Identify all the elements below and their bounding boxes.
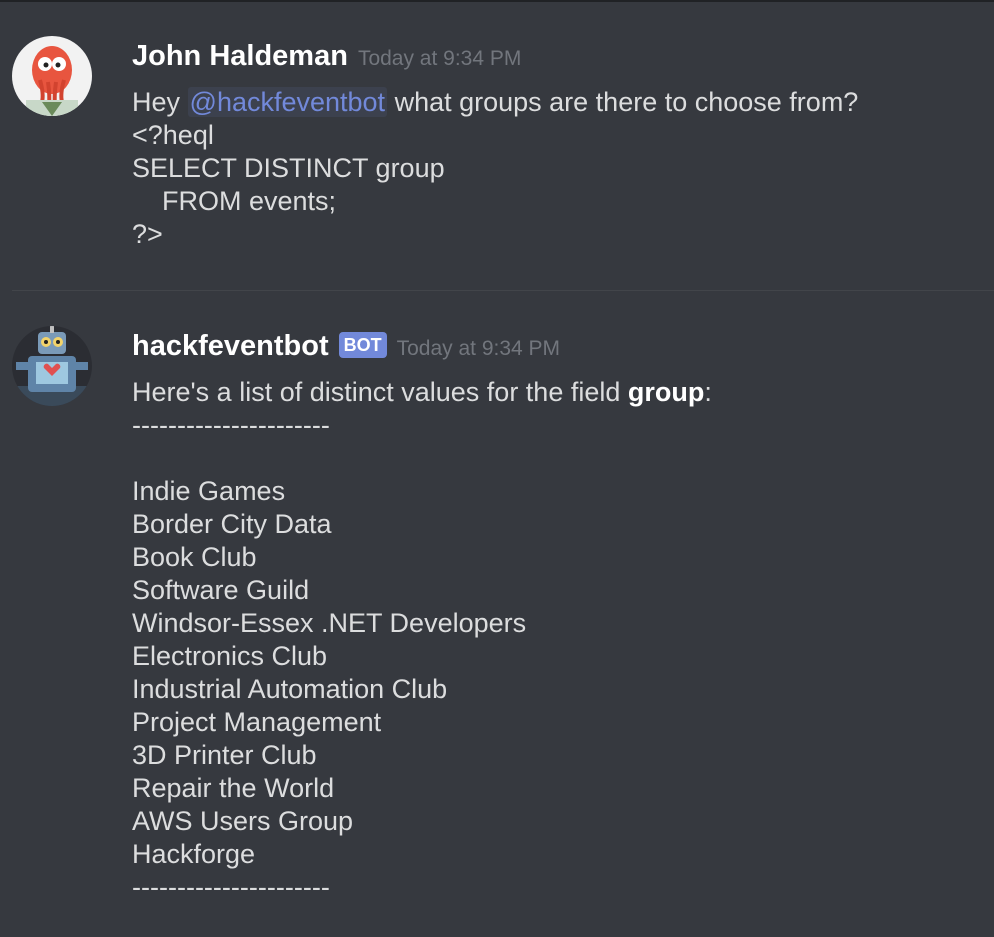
- user-mention[interactable]: @hackfeventbot: [187, 87, 388, 117]
- text-suffix: what groups are there to choose from?: [387, 87, 859, 117]
- list-item: Industrial Automation Club: [132, 674, 448, 704]
- timestamp: Today at 9:34 PM: [396, 337, 561, 360]
- window-top-edge: [0, 0, 994, 2]
- code-line: <?heql: [132, 120, 214, 150]
- message-content: Here's a list of distinct values for the…: [132, 376, 972, 904]
- zoidberg-avatar-icon: [12, 36, 92, 116]
- list-item: AWS Users Group: [132, 806, 354, 836]
- timestamp: Today at 9:34 PM: [357, 47, 522, 70]
- avatar[interactable]: [12, 326, 92, 406]
- list-item: Windsor-Essex .NET Developers: [132, 608, 527, 638]
- list-item: Indie Games: [132, 476, 286, 506]
- list-item: Hackforge: [132, 839, 256, 869]
- code-line: FROM events;: [132, 186, 337, 216]
- robot-avatar-icon: [12, 326, 92, 406]
- message-content: Hey @hackfeventbot what groups are there…: [132, 86, 972, 251]
- code-line: ?>: [132, 219, 163, 249]
- author-name[interactable]: hackfeventbot: [132, 330, 329, 362]
- separator-line: ----------------------: [132, 872, 330, 902]
- message-text-line: Here's a list of distinct values for the…: [132, 376, 972, 409]
- author-name[interactable]: John Haldeman: [132, 40, 348, 72]
- list-item: Electronics Club: [132, 641, 328, 671]
- code-line: SELECT DISTINCT group: [132, 153, 445, 183]
- list-item: Border City Data: [132, 509, 332, 539]
- list-item: Project Management: [132, 707, 382, 737]
- separator-line: ----------------------: [132, 410, 330, 440]
- message-header: hackfeventbot BOT Today at 9:34 PM: [132, 330, 560, 366]
- intro-suffix: :: [704, 377, 712, 407]
- intro-prefix: Here's a list of distinct values for the…: [132, 377, 628, 407]
- list-item: Repair the World: [132, 773, 335, 803]
- bot-badge: BOT: [338, 332, 387, 358]
- field-name: group: [627, 377, 705, 407]
- list-item: Book Club: [132, 542, 257, 572]
- list-item: 3D Printer Club: [132, 740, 317, 770]
- message-divider: [12, 290, 994, 291]
- list-item: Software Guild: [132, 575, 310, 605]
- text-prefix: Hey: [132, 87, 188, 117]
- avatar[interactable]: [12, 36, 92, 116]
- message-header: John Haldeman Today at 9:34 PM: [132, 40, 521, 76]
- message-text-line: Hey @hackfeventbot what groups are there…: [132, 86, 972, 119]
